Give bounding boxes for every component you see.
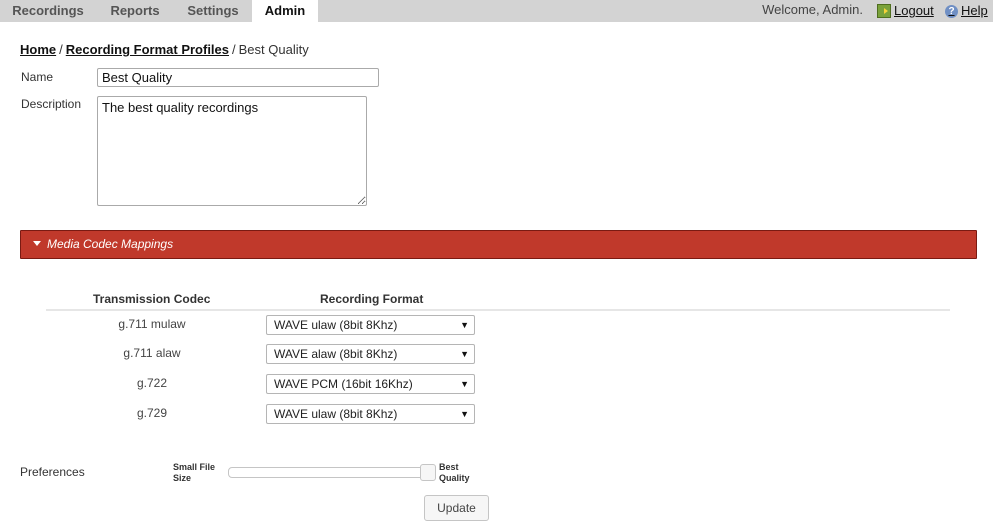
quality-slider-handle[interactable]: [420, 464, 436, 481]
select-value: WAVE ulaw (8bit 8Khz): [274, 407, 398, 421]
description-textarea[interactable]: The best quality recordings: [97, 96, 367, 206]
codec-label: g.711 alaw: [123, 346, 181, 360]
help-label: Help: [961, 3, 988, 18]
breadcrumb-separator: /: [59, 42, 63, 57]
name-label: Name: [21, 70, 54, 84]
table-header-divider: [46, 309, 950, 311]
breadcrumb-current: Best Quality: [238, 42, 309, 57]
breadcrumb-recording-format-profiles[interactable]: Recording Format Profiles: [66, 42, 229, 57]
top-nav-bar: Recordings Reports Settings Admin Welcom…: [0, 0, 993, 22]
tab-admin[interactable]: Admin: [252, 0, 318, 22]
help-icon: ?: [945, 4, 958, 18]
codec-label: g.729: [136, 406, 168, 420]
recording-format-select[interactable]: WAVE alaw (8bit 8Khz) ▼: [266, 344, 475, 364]
breadcrumb: Home / Recording Format Profiles / Best Qual…: [20, 42, 309, 57]
slider-min-label-line1: Small File: [173, 462, 216, 472]
tab-settings[interactable]: Settings: [174, 0, 252, 22]
logout-label: Logout: [894, 3, 934, 18]
help-link[interactable]: ? Help: [945, 0, 988, 22]
dropdown-arrow-icon: ▼: [460, 320, 469, 330]
name-input[interactable]: [97, 68, 379, 87]
breadcrumb-home[interactable]: Home: [20, 42, 56, 57]
logout-icon: [877, 4, 891, 18]
recording-format-select[interactable]: WAVE ulaw (8bit 8Khz) ▼: [266, 404, 475, 424]
slider-max-label: Best Quality: [439, 462, 470, 484]
welcome-text: Welcome, Admin.: [762, 2, 863, 17]
slider-max-label-line2: Quality: [439, 473, 470, 483]
slider-max-label-line1: Best: [439, 462, 459, 472]
dropdown-arrow-icon: ▼: [460, 379, 469, 389]
dropdown-arrow-icon: ▼: [460, 409, 469, 419]
select-value: WAVE alaw (8bit 8Khz): [274, 347, 398, 361]
media-codec-mappings-title: Media Codec Mappings: [47, 237, 174, 251]
description-label: Description: [21, 97, 82, 111]
select-value: WAVE ulaw (8bit 8Khz): [274, 318, 398, 332]
triangle-down-icon: [33, 241, 41, 247]
recording-format-select[interactable]: WAVE ulaw (8bit 8Khz) ▼: [266, 315, 475, 335]
recording-format-select[interactable]: WAVE PCM (16bit 16Khz) ▼: [266, 374, 475, 394]
codec-label: g.722: [136, 376, 168, 390]
logout-link[interactable]: Logout: [877, 0, 934, 22]
tab-reports[interactable]: Reports: [96, 0, 174, 22]
media-codec-mappings-header[interactable]: Media Codec Mappings: [20, 230, 977, 259]
update-button[interactable]: Update: [424, 495, 489, 521]
quality-slider-track[interactable]: [228, 467, 428, 478]
select-value: WAVE PCM (16bit 16Khz): [274, 377, 413, 391]
dropdown-arrow-icon: ▼: [460, 349, 469, 359]
slider-min-label-line2: Size: [173, 473, 192, 483]
preferences-label: Preferences: [20, 465, 85, 479]
column-header-transmission-codec: Transmission Codec: [93, 292, 211, 306]
codec-label: g.711 mulaw: [118, 317, 186, 331]
tab-recordings[interactable]: Recordings: [0, 0, 96, 22]
column-header-recording-format: Recording Format: [320, 292, 424, 306]
slider-min-label: Small File Size: [173, 462, 215, 484]
breadcrumb-separator: /: [232, 42, 236, 57]
